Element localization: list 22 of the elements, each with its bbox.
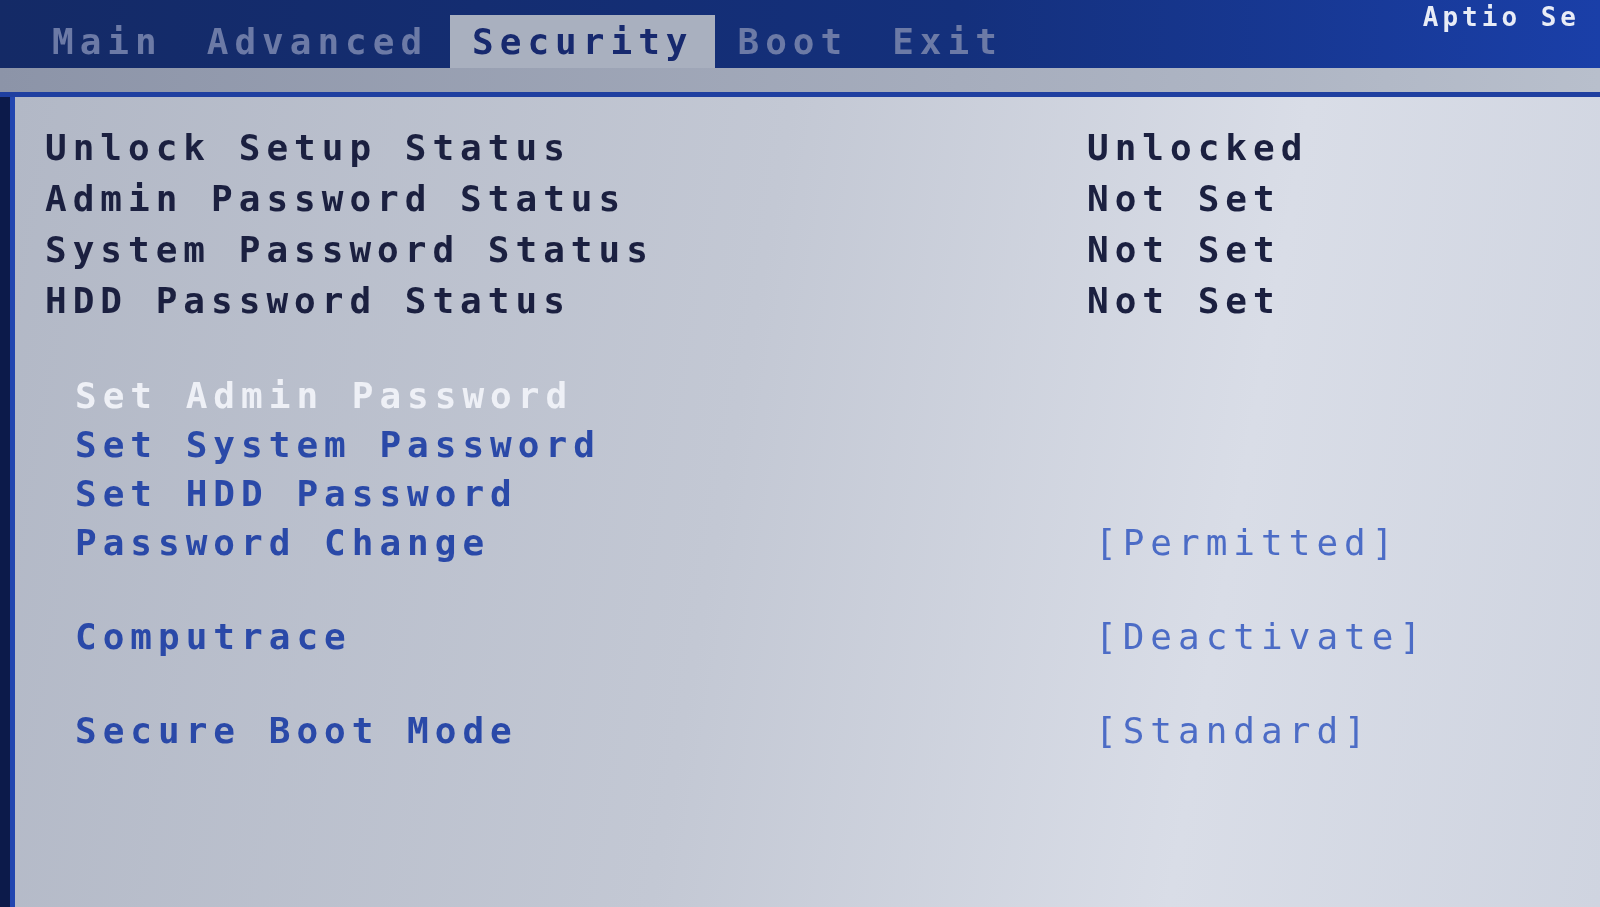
status-label: Unlock Setup Status	[45, 127, 571, 168]
option-value[interactable]: [Permitted]	[1095, 522, 1400, 563]
status-label: HDD Password Status	[45, 280, 571, 321]
status-value: Not Set	[1087, 280, 1281, 321]
menu-tab[interactable]: Boot	[715, 15, 871, 68]
menu-item[interactable]: Computrace	[75, 616, 352, 657]
menu-item[interactable]: Set System Password	[75, 424, 601, 465]
menu-tab[interactable]: Exit	[870, 15, 1025, 68]
menu-item[interactable]: Secure Boot Mode	[75, 710, 518, 751]
option-value[interactable]: [Deactivate]	[1095, 616, 1428, 657]
status-value: Not Set	[1087, 229, 1281, 270]
menu-tab[interactable]: Main	[30, 15, 185, 68]
status-label: Admin Password Status	[45, 178, 627, 219]
menu-tab[interactable]: Advanced	[184, 15, 451, 68]
menu-tab[interactable]: Security	[450, 15, 716, 68]
menu-item[interactable]: Password Change	[75, 522, 491, 563]
status-value: Unlocked	[1087, 127, 1309, 168]
status-value: Not Set	[1087, 178, 1281, 219]
menu-item[interactable]: Set HDD Password	[75, 473, 518, 514]
bios-title: Aptio Se	[1422, 1, 1580, 32]
option-value[interactable]: [Standard]	[1095, 710, 1372, 751]
status-label: System Password Status	[45, 229, 654, 270]
